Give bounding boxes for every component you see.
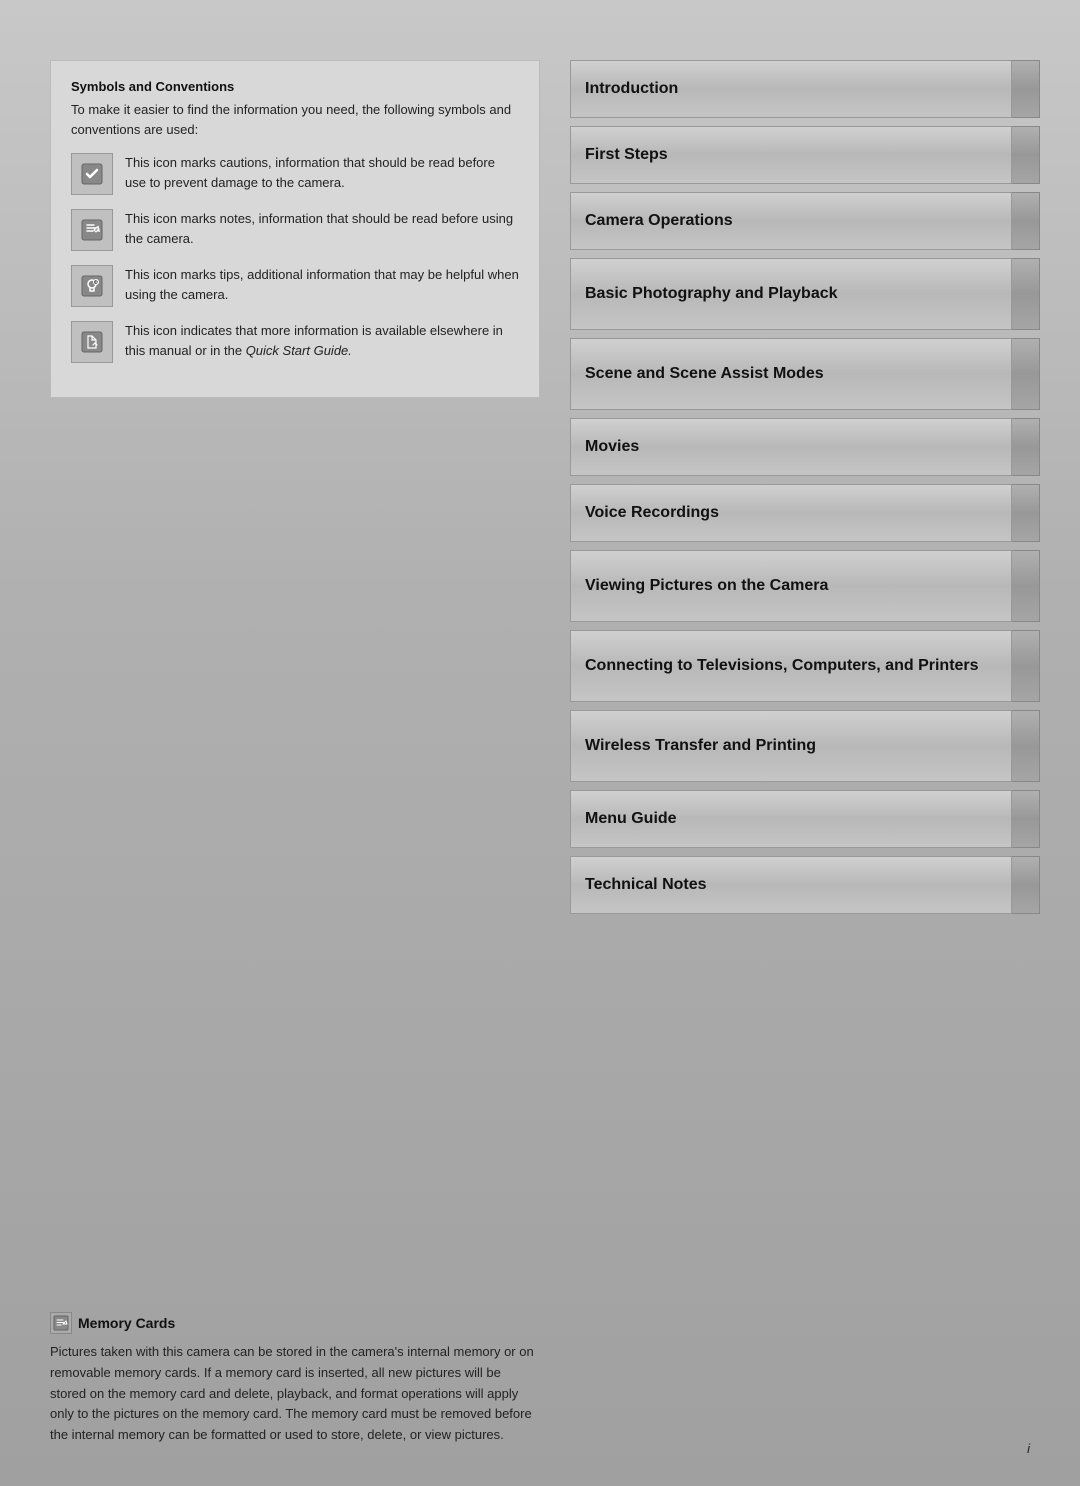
page-number: i (1027, 1441, 1030, 1456)
toc-tab-0 (1012, 60, 1040, 118)
spacer (50, 398, 540, 1012)
toc-label-3: Basic Photography and Playback (570, 258, 1012, 330)
toc-item-10[interactable]: Menu Guide (570, 790, 1040, 848)
toc-item-7[interactable]: Viewing Pictures on the Camera (570, 550, 1040, 622)
memory-body: Pictures taken with this camera can be s… (50, 1342, 540, 1446)
symbols-intro: To make it easier to find the informatio… (71, 100, 519, 139)
toc-tab-5 (1012, 418, 1040, 476)
toc-item-8[interactable]: Connecting to Televisions, Computers, an… (570, 630, 1040, 702)
tip-icon-row: Q This icon marks tips, additional infor… (71, 265, 519, 307)
toc-tab-2 (1012, 192, 1040, 250)
toc-label-10: Menu Guide (570, 790, 1012, 848)
tip-icon: Q (71, 265, 113, 307)
toc-item-1[interactable]: First Steps (570, 126, 1040, 184)
toc-label-11: Technical Notes (570, 856, 1012, 914)
memory-cards-title: Memory Cards (50, 1312, 540, 1334)
toc-tab-6 (1012, 484, 1040, 542)
toc-item-2[interactable]: Camera Operations (570, 192, 1040, 250)
toc-tab-8 (1012, 630, 1040, 702)
toc-item-3[interactable]: Basic Photography and Playback (570, 258, 1040, 330)
note-icon-row: This icon marks notes, information that … (71, 209, 519, 251)
toc-label-7: Viewing Pictures on the Camera (570, 550, 1012, 622)
left-column: Symbols and Conventions To make it easie… (50, 60, 540, 1446)
toc-label-2: Camera Operations (570, 192, 1012, 250)
toc-label-8: Connecting to Televisions, Computers, an… (570, 630, 1012, 702)
toc-item-5[interactable]: Movies (570, 418, 1040, 476)
memory-section: Memory Cards Pictures taken with this ca… (50, 1012, 540, 1446)
toc-item-4[interactable]: Scene and Scene Assist Modes (570, 338, 1040, 410)
caution-icon (71, 153, 113, 195)
toc-label-5: Movies (570, 418, 1012, 476)
svg-text:Q: Q (96, 279, 99, 284)
toc-label-4: Scene and Scene Assist Modes (570, 338, 1012, 410)
toc-column: Introduction First Steps Camera Operations… (570, 60, 1040, 1446)
toc-tab-7 (1012, 550, 1040, 622)
toc-item-0[interactable]: Introduction (570, 60, 1040, 118)
toc-tab-10 (1012, 790, 1040, 848)
toc-tab-3 (1012, 258, 1040, 330)
reference-icon-row: This icon indicates that more informatio… (71, 321, 519, 363)
reference-text: This icon indicates that more informatio… (125, 321, 519, 360)
reference-icon (71, 321, 113, 363)
toc-label-9: Wireless Transfer and Printing (570, 710, 1012, 782)
toc-item-9[interactable]: Wireless Transfer and Printing (570, 710, 1040, 782)
toc-label-6: Voice Recordings (570, 484, 1012, 542)
tip-text: This icon marks tips, additional informa… (125, 265, 519, 304)
note-text: This icon marks notes, information that … (125, 209, 519, 248)
note-icon (71, 209, 113, 251)
toc-label-0: Introduction (570, 60, 1012, 118)
memory-note-icon (50, 1312, 72, 1334)
toc-item-6[interactable]: Voice Recordings (570, 484, 1040, 542)
symbols-section: Symbols and Conventions To make it easie… (50, 60, 540, 398)
caution-text: This icon marks cautions, information th… (125, 153, 519, 192)
page-container: Symbols and Conventions To make it easie… (0, 0, 1080, 1486)
symbols-title: Symbols and Conventions (71, 79, 519, 94)
toc-label-1: First Steps (570, 126, 1012, 184)
toc-tab-4 (1012, 338, 1040, 410)
toc-tab-9 (1012, 710, 1040, 782)
toc-tab-1 (1012, 126, 1040, 184)
quick-start-italic: Quick Start Guide. (246, 343, 352, 358)
caution-icon-row: This icon marks cautions, information th… (71, 153, 519, 195)
toc-tab-11 (1012, 856, 1040, 914)
toc-item-11[interactable]: Technical Notes (570, 856, 1040, 914)
